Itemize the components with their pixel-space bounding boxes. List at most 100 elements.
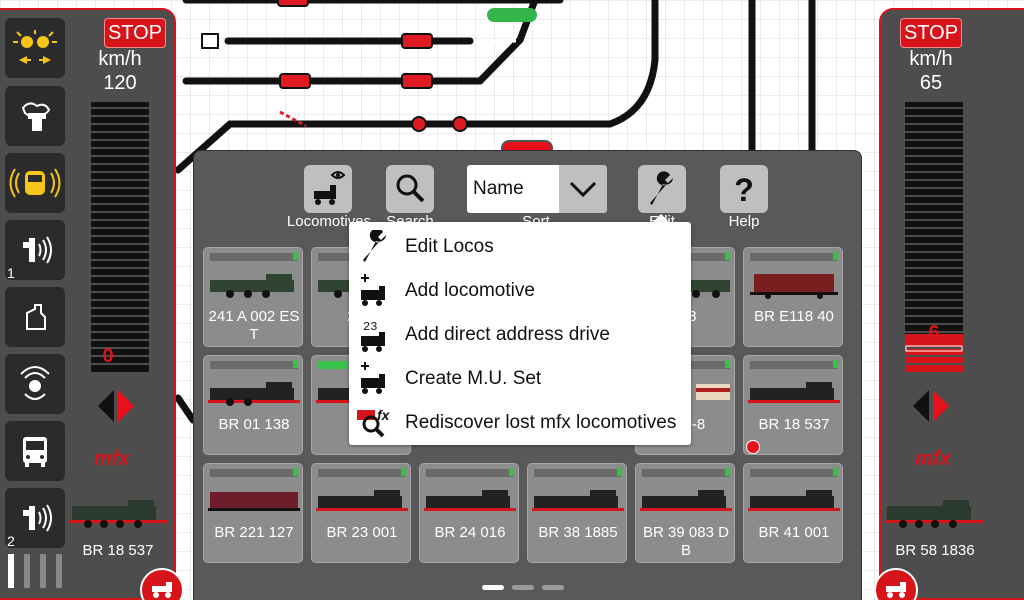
help-button[interactable]: ?	[720, 165, 768, 213]
svg-text:?: ?	[734, 172, 754, 208]
loco-name: BR 39 083 D B	[643, 524, 729, 559]
loco-name: BR E118 40	[754, 308, 834, 325]
loco-card[interactable]: BR 01 138	[203, 355, 303, 455]
direction-toggle[interactable]	[911, 388, 951, 424]
forward-arrow-icon	[933, 390, 949, 422]
loco-image	[640, 490, 732, 511]
loco-name: BR 41 001	[758, 524, 830, 541]
menu-item-label: Add direct address drive	[405, 324, 610, 345]
sort-dropdown-button[interactable]	[559, 165, 607, 213]
menu-item-label: Add locomotive	[405, 280, 535, 301]
loco-name: BR 18 537	[82, 542, 154, 559]
reverse-arrow-icon	[98, 390, 114, 422]
menu-item-edit-locos[interactable]: Edit Locos	[349, 224, 691, 268]
max-speed: 120	[103, 72, 137, 94]
coupler-function-button[interactable]	[5, 287, 65, 347]
sound-function-button-1[interactable]: 1	[5, 220, 65, 281]
help-icon: ?	[734, 172, 754, 208]
menu-item-rediscover-mfx[interactable]: fx Rediscover lost mfx locomotives	[349, 400, 691, 444]
current-speed: 0	[102, 345, 114, 367]
loco-card[interactable]: BR 221 127	[203, 463, 303, 563]
menu-item-add-locomotive[interactable]: Add locomotive	[349, 268, 691, 312]
svg-text:23: 23	[363, 320, 377, 334]
loco-image	[316, 490, 408, 511]
loco-icon	[152, 582, 172, 598]
bus-icon	[23, 437, 47, 467]
add-loco-icon	[361, 274, 385, 306]
edit-menu: Edit Locos Add locomotive 23 Add direct …	[349, 222, 691, 445]
mfx-search-icon: fx	[357, 407, 391, 438]
loco-list-button[interactable]	[874, 568, 918, 600]
loco-name: BR 38 1885	[538, 524, 618, 541]
page-dot[interactable]	[542, 585, 564, 590]
smoke-function-button[interactable]	[5, 86, 65, 146]
loco-card[interactable]: BR 18 537	[743, 355, 843, 455]
wrench-icon	[650, 171, 673, 205]
help-label: Help	[728, 213, 760, 230]
max-speed: 65	[919, 72, 943, 94]
loco-card[interactable]: BR 38 1885	[527, 463, 627, 563]
function-number: 2	[7, 533, 15, 549]
mfx-logo: mfx	[94, 448, 130, 470]
sort-select[interactable]: Name	[467, 165, 559, 213]
chevron-down-icon	[569, 181, 597, 198]
loco-name: BR 01 138	[218, 416, 290, 433]
direction-toggle[interactable]	[96, 388, 136, 424]
loco-card[interactable]: BR 24 016	[419, 463, 519, 563]
right-loco-controller: STOP km/h 65 6 mfx BR 58 1836	[874, 8, 1024, 600]
coupler-icon	[26, 304, 46, 330]
station-sound-icon	[20, 366, 50, 400]
horn-sound-icon	[23, 236, 52, 264]
svg-text:fx: fx	[377, 407, 391, 423]
error-indicator	[746, 440, 760, 454]
locomotives-button[interactable]	[304, 165, 352, 213]
loco-image	[208, 492, 300, 511]
radio-sound-function-button[interactable]	[5, 354, 65, 414]
headlight-function-button[interactable]	[5, 18, 65, 78]
eye-loco-icon	[314, 171, 346, 205]
horn-sound-icon	[23, 504, 52, 532]
loco-card[interactable]: BR E118 40	[743, 247, 843, 347]
menu-item-add-direct-address-drive[interactable]: 23 Add direct address drive	[349, 312, 691, 356]
loco-image	[424, 490, 516, 511]
stop-button[interactable]: STOP	[900, 18, 962, 48]
loco-name: 241 A 002 ES T	[208, 308, 300, 343]
mfx-logo: mfx	[915, 448, 951, 470]
speed-slider[interactable]	[91, 102, 149, 372]
headlight-icon	[13, 30, 57, 64]
loco-card[interactable]: BR 41 001	[743, 463, 843, 563]
loco-name: BR 58 1836	[895, 542, 975, 559]
left-loco-controller: 1 2 STOP km/h 120 0 mfx BR 18 537	[0, 8, 184, 600]
function-number: 1	[7, 265, 15, 281]
menu-item-label: Rediscover lost mfx locomotives	[405, 412, 677, 433]
loco-card[interactable]: 241 A 002 ES T	[203, 247, 303, 347]
stop-button[interactable]: STOP	[104, 18, 166, 48]
mu-set-icon	[361, 362, 385, 394]
loco-image	[210, 274, 294, 298]
passenger-function-button[interactable]	[5, 421, 65, 481]
loco-image	[748, 382, 840, 403]
page-dot[interactable]	[512, 585, 534, 590]
wrench-icon	[363, 230, 386, 262]
more-functions-indicator[interactable]	[4, 552, 64, 592]
reverse-arrow-icon	[913, 390, 929, 422]
loco-card[interactable]: BR 23 001	[311, 463, 411, 563]
loco-card[interactable]: BR 39 083 D B	[635, 463, 735, 563]
page-dot-active[interactable]	[482, 585, 504, 590]
loco-image	[748, 490, 840, 511]
cab-light-function-button[interactable]	[5, 153, 65, 213]
menu-item-label: Edit Locos	[405, 236, 494, 257]
loco-image	[532, 490, 624, 511]
address-loco-icon: 23	[361, 320, 385, 352]
cab-light-icon	[9, 168, 61, 198]
loco-list-button[interactable]	[140, 568, 184, 600]
search-button[interactable]	[386, 165, 434, 213]
forward-arrow-icon	[118, 390, 134, 422]
speed-unit: km/h	[98, 48, 142, 70]
sound-function-button-2[interactable]: 2	[5, 488, 65, 549]
edit-button[interactable]	[638, 165, 686, 213]
loco-image	[208, 382, 300, 406]
speed-unit: km/h	[909, 48, 953, 70]
menu-item-create-mu-set[interactable]: Create M.U. Set	[349, 356, 691, 400]
loco-name: BR 221 127	[214, 524, 294, 541]
